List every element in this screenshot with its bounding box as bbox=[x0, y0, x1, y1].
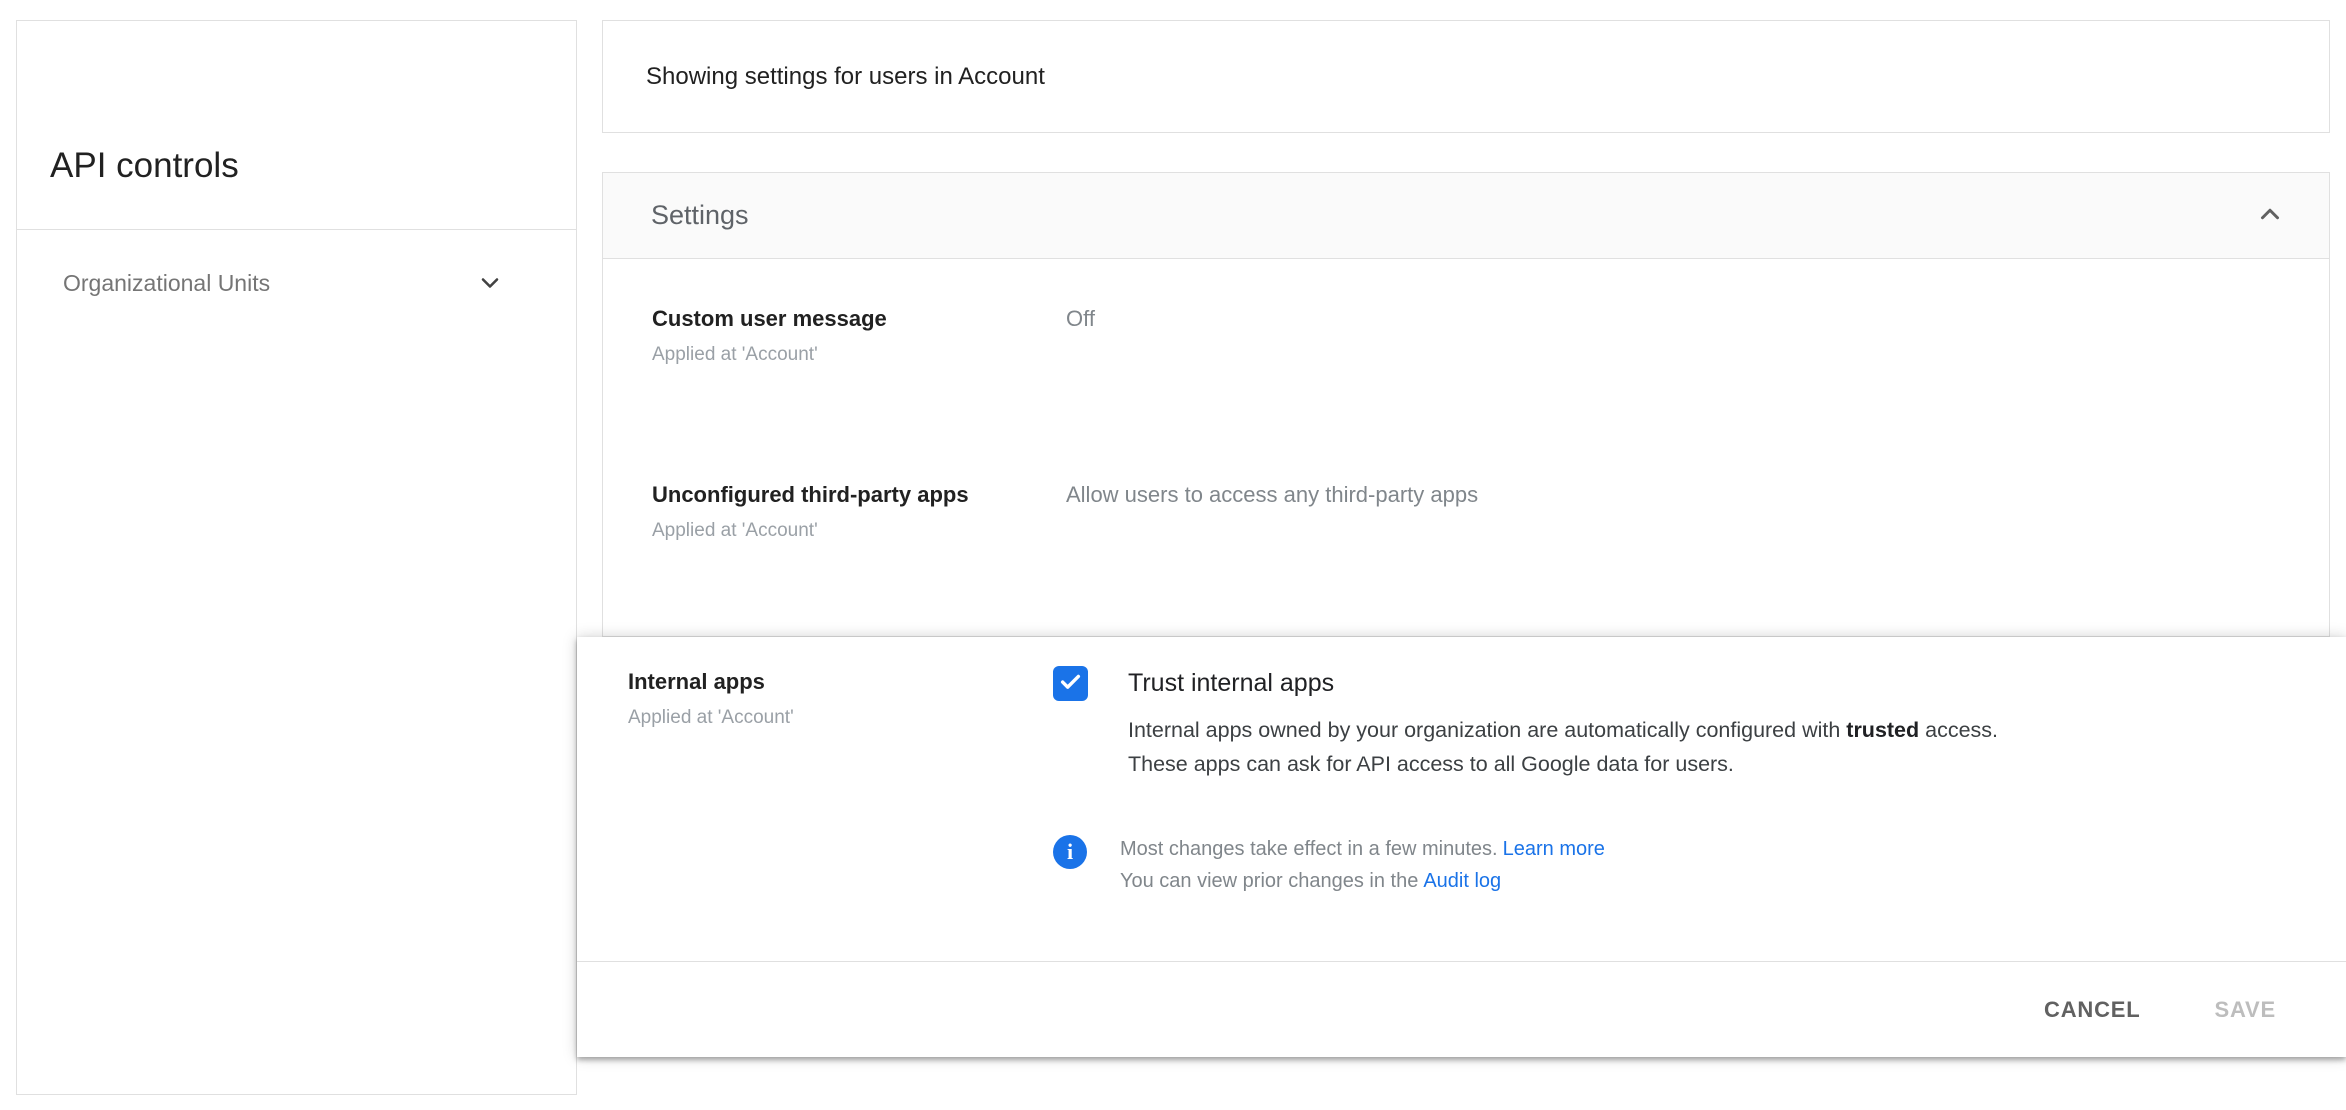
scope-bar: Showing settings for users in Account bbox=[602, 20, 2330, 133]
note-text: You can view prior changes in the bbox=[1120, 870, 1419, 892]
chevron-down-icon bbox=[476, 269, 504, 297]
panel-actions: CANCEL SAVE bbox=[577, 962, 2346, 1057]
organizational-units-label: Organizational Units bbox=[63, 269, 271, 296]
description-bold-text: trusted bbox=[1846, 718, 1920, 742]
trust-internal-apps-checkbox[interactable] bbox=[1053, 666, 1088, 701]
checkbox-description: Internal apps owned by your organization… bbox=[1128, 713, 1998, 781]
setting-applied-at: Applied at 'Account' bbox=[628, 707, 794, 728]
setting-value: Allow users to access any third-party ap… bbox=[1066, 482, 1479, 507]
internal-apps-edit-panel: Internal apps Applied at 'Account' Trust… bbox=[577, 637, 2346, 1057]
note-line-2: You can view prior changes in the Audit l… bbox=[1120, 865, 1605, 897]
page-title: API controls bbox=[50, 146, 239, 185]
description-line-2: These apps can ask for API access to all… bbox=[1128, 752, 1734, 776]
checkbox-title: Trust internal apps bbox=[1128, 669, 1335, 697]
info-icon: i bbox=[1053, 835, 1087, 869]
settings-card: Settings Custom user message Applied at … bbox=[602, 172, 2330, 637]
setting-label: Custom user message bbox=[652, 306, 887, 331]
description-text: Internal apps owned by your organization… bbox=[1128, 718, 1847, 742]
collapse-section-button[interactable] bbox=[2253, 199, 2287, 233]
note-text: Most changes take effect in a few minute… bbox=[1120, 838, 1498, 860]
setting-row-unconfigured-third-party-apps[interactable]: Unconfigured third-party apps Applied at… bbox=[652, 481, 2280, 543]
chevron-up-icon bbox=[2255, 199, 2285, 232]
setting-value: Off bbox=[1066, 306, 1095, 331]
setting-row-custom-user-message[interactable]: Custom user message Applied at 'Account'… bbox=[652, 305, 2280, 367]
checkmark-icon bbox=[1057, 668, 1084, 700]
note-line-1: Most changes take effect in a few minute… bbox=[1120, 833, 1605, 865]
cancel-button[interactable]: CANCEL bbox=[2022, 987, 2162, 1033]
setting-applied-at: Applied at 'Account' bbox=[652, 520, 818, 541]
save-button[interactable]: SAVE bbox=[2193, 987, 2298, 1033]
settings-header: Settings bbox=[603, 173, 2329, 259]
settings-section-title: Settings bbox=[651, 200, 749, 230]
sidebar-card: API controls Organizational Units bbox=[16, 20, 577, 1095]
description-text: access. bbox=[1919, 718, 1999, 742]
audit-log-link[interactable]: Audit log bbox=[1423, 870, 1501, 892]
divider bbox=[17, 229, 576, 230]
panel-label-column: Internal apps Applied at 'Account' bbox=[628, 668, 794, 730]
sidebar-item-organizational-units[interactable]: Organizational Units bbox=[17, 247, 576, 319]
description-line-1: Internal apps owned by your organization… bbox=[1128, 713, 1998, 747]
scope-text: Showing settings for users in Account bbox=[646, 62, 1045, 90]
setting-applied-at: Applied at 'Account' bbox=[652, 344, 818, 365]
setting-label: Internal apps bbox=[628, 669, 765, 694]
learn-more-link[interactable]: Learn more bbox=[1503, 838, 1605, 860]
change-note: Most changes take effect in a few minute… bbox=[1120, 833, 1605, 897]
